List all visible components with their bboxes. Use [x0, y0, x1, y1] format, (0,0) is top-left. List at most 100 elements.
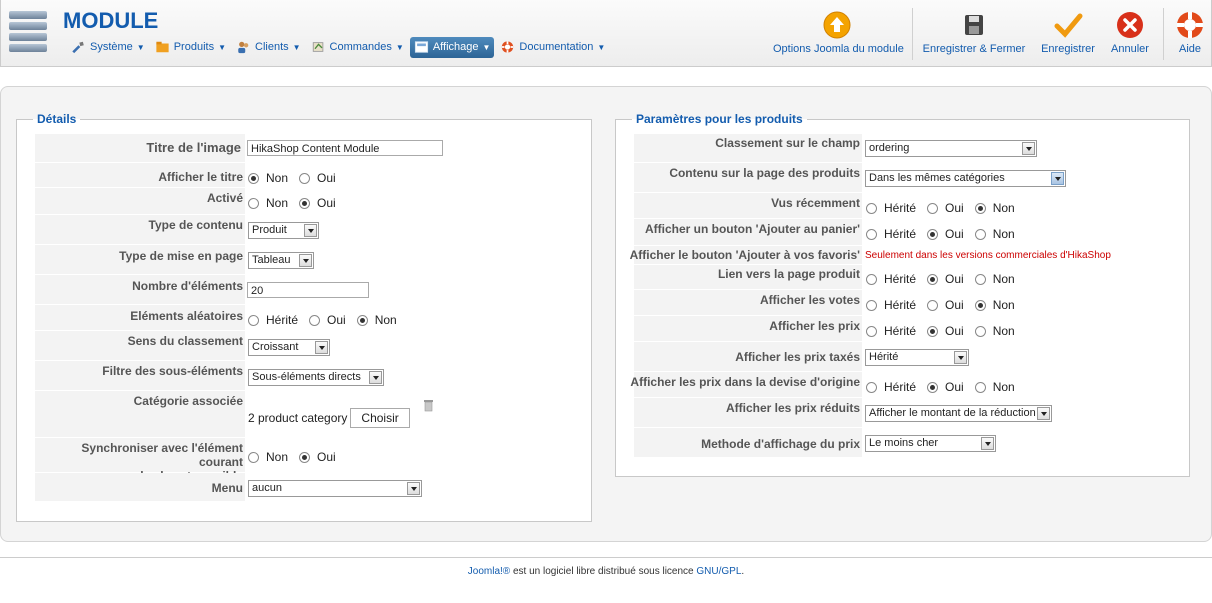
label-synchroniser-line1: Synchroniser avec l'élément courant — [81, 441, 243, 469]
footer: Joomla!® est un logiciel libre distribué… — [0, 566, 1212, 577]
option-label: Hérité — [884, 380, 917, 394]
chevron-down-icon — [407, 482, 420, 495]
radio-devise-oui[interactable]: Oui — [927, 380, 964, 394]
methode-prix-select[interactable]: Le moins cher — [865, 435, 996, 452]
chevron-down-icon: ▼ — [292, 42, 301, 52]
row-titre-image: Titre de l'image — [35, 134, 245, 163]
type-mise-en-page-select[interactable]: Tableau — [248, 252, 314, 269]
radio-prix-non[interactable]: Non — [974, 324, 1015, 338]
radio-active-non[interactable]: Non — [248, 196, 288, 210]
radio-lien-herite[interactable]: Hérité — [866, 272, 916, 286]
radio-afficher-titre-oui[interactable]: Oui — [299, 171, 336, 185]
radio-vus-oui[interactable]: Oui — [927, 201, 964, 215]
radio-devise-herite[interactable]: Hérité — [866, 380, 916, 394]
titre-image-input[interactable]: HikaShop Content Module — [247, 140, 443, 156]
row-afficher-titre: Afficher le titre — [35, 163, 245, 188]
header-bar: MODULE Système ▼ Produits ▼ Clients ▼ Comma… — [0, 0, 1212, 67]
radio-aleatoires-herite[interactable]: Hérité — [248, 313, 298, 327]
options-icon — [822, 10, 852, 40]
menu-produits[interactable]: Produits ▼ — [151, 37, 230, 58]
row-active: Activé — [35, 188, 245, 215]
filtre-sous-elements-select[interactable]: Sous-éléments directs — [248, 369, 384, 386]
radio-vus-non[interactable]: Non — [974, 201, 1015, 215]
radio-panier-oui[interactable]: Oui — [927, 227, 964, 241]
prix-reduits-select[interactable]: Afficher le montant de la réduction — [865, 405, 1052, 422]
prix-taxes-select[interactable]: Hérité — [865, 349, 969, 366]
radio-panier-non[interactable]: Non — [974, 227, 1015, 241]
radio-lien-non[interactable]: Non — [974, 272, 1015, 286]
row-categorie-associee: Catégorie associée — [35, 391, 245, 438]
cancel-button[interactable]: Annuler — [1105, 10, 1155, 55]
choisir-button[interactable]: Choisir — [350, 408, 410, 428]
row-lien-page-produit: Lien vers la page produit — [634, 265, 862, 290]
classement-champ-select[interactable]: ordering — [865, 140, 1037, 157]
toolbar-divider — [912, 8, 913, 60]
radio-synchroniser-non[interactable]: Non — [248, 450, 288, 464]
radio-aleatoires-oui[interactable]: Oui — [309, 313, 346, 327]
radio-prix-herite[interactable]: Hérité — [866, 324, 916, 338]
menu-commandes[interactable]: Commandes ▼ — [307, 37, 408, 58]
radio-synchroniser-oui[interactable]: Oui — [299, 450, 336, 464]
prix-devise-radios: Hérité Oui Non — [866, 380, 1026, 394]
gpl-link[interactable]: GNU/GPL — [696, 566, 741, 577]
trash-icon[interactable] — [423, 398, 434, 412]
toolbar-divider — [1163, 8, 1164, 60]
label-sens-classement: Sens du classement — [127, 334, 243, 348]
contenu-page-select[interactable]: Dans les mêmes catégories — [865, 170, 1066, 187]
nombre-elements-input[interactable]: 20 — [247, 282, 369, 298]
radio-vus-herite[interactable]: Hérité — [866, 201, 916, 215]
menu-affichage-label: Affichage — [432, 41, 479, 53]
chevron-down-icon: ▼ — [136, 42, 145, 52]
menu-documentation[interactable]: Documentation ▼ — [496, 37, 609, 58]
menu-clients[interactable]: Clients ▼ — [232, 37, 305, 58]
type-contenu-select[interactable]: Produit — [248, 222, 319, 239]
option-label: Non — [992, 201, 1015, 215]
row-nombre-elements: Nombre d'éléments — [35, 275, 245, 305]
radio-icon — [866, 325, 877, 337]
radio-aleatoires-non[interactable]: Non — [356, 313, 397, 327]
checkmark-icon — [1053, 10, 1083, 40]
users-icon — [238, 41, 249, 54]
save-close-button[interactable]: Enregistrer & Fermer — [921, 10, 1027, 55]
options-button[interactable]: Options Joomla du module — [773, 10, 904, 55]
radio-panier-herite[interactable]: Hérité — [866, 227, 916, 241]
radio-icon — [248, 197, 259, 209]
label-menu: Menu — [211, 481, 243, 495]
radio-prix-oui[interactable]: Oui — [927, 324, 964, 338]
type-contenu-field: Produit — [248, 222, 319, 239]
joomla-link[interactable]: Joomla!® — [468, 566, 510, 577]
cancel-icon — [1115, 10, 1145, 40]
option-label: Oui — [945, 298, 964, 312]
radio-icon — [866, 273, 877, 285]
radio-selected-icon — [974, 299, 986, 311]
radio-icon — [248, 451, 259, 463]
radio-selected-icon — [927, 228, 939, 240]
details-legend: Détails — [37, 112, 77, 126]
option-label: Non — [266, 450, 289, 464]
help-button[interactable]: Aide — [1171, 10, 1209, 55]
menu-systeme[interactable]: Système ▼ — [67, 37, 149, 58]
radio-votes-herite[interactable]: Hérité — [866, 298, 916, 312]
radio-votes-non[interactable]: Non — [974, 298, 1015, 312]
radio-lien-oui[interactable]: Oui — [927, 272, 964, 286]
menu-select[interactable]: aucun — [248, 480, 422, 497]
label-lien-page-produit: Lien vers la page produit — [717, 267, 860, 281]
radio-selected-icon — [299, 451, 311, 463]
help-label: Aide — [1178, 43, 1202, 55]
sens-classement-select[interactable]: Croissant — [248, 339, 330, 356]
chevron-down-icon — [954, 351, 967, 364]
radio-icon — [974, 228, 986, 240]
radio-selected-icon — [927, 381, 939, 393]
menu-affichage[interactable]: Affichage ▼ — [409, 36, 495, 58]
save-button[interactable]: Enregistrer — [1037, 10, 1099, 55]
elements-aleatoires-radios: Hérité Oui Non — [248, 313, 408, 327]
radio-selected-icon — [927, 273, 939, 285]
radio-active-oui[interactable]: Oui — [299, 196, 336, 210]
option-label: Non — [374, 313, 397, 327]
afficher-titre-radios: Non Oui — [248, 171, 347, 185]
radio-icon — [974, 381, 986, 393]
radio-afficher-titre-non[interactable]: Non — [248, 171, 288, 185]
radio-votes-oui[interactable]: Oui — [927, 298, 964, 312]
radio-devise-non[interactable]: Non — [974, 380, 1015, 394]
radio-selected-icon — [927, 325, 939, 337]
